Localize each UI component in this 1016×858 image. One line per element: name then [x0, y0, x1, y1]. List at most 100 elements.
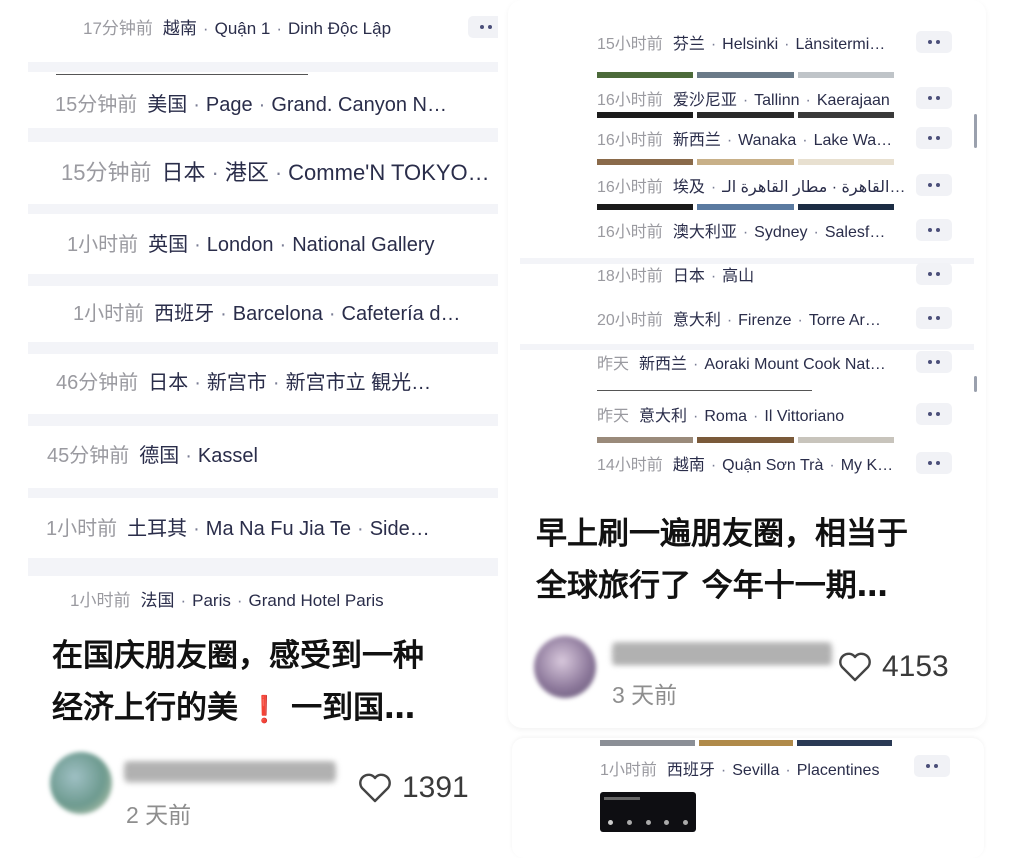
- separator-dot: ·: [742, 224, 749, 241]
- separator-dot: ·: [258, 94, 266, 116]
- photo-strip: [597, 437, 894, 443]
- checkin-row[interactable]: 16小时前 埃及 · القاهرة · مطار القاهرة الـ…: [597, 173, 907, 197]
- left-post-like-button[interactable]: 1391: [358, 771, 469, 805]
- thumbnail-nav-icons: [608, 820, 688, 826]
- checkin-time: 1小时前: [70, 591, 131, 610]
- more-dots-icon[interactable]: [914, 755, 950, 777]
- photo-strip: [597, 159, 894, 165]
- row-divider: [597, 390, 812, 391]
- exclamation-emoji: ❗: [248, 695, 281, 725]
- checkin-location-part: National Gallery: [292, 234, 435, 256]
- more-dots-icon[interactable]: [916, 87, 952, 109]
- checkin-location-part: Il Vittoriano: [764, 408, 845, 425]
- checkin-time: 昨天: [597, 356, 630, 373]
- checkin-location-part: 新宫市立 観光…: [285, 372, 432, 394]
- checkin-row[interactable]: 17分钟前 越南 · Quận 1 · Dinh Độc Lập: [83, 14, 483, 39]
- checkin-time: 1小时前: [600, 762, 657, 779]
- checkin-location-part: Barcelona: [232, 303, 323, 325]
- more-dots-icon[interactable]: [916, 31, 952, 53]
- left-post-avatar[interactable]: [50, 752, 112, 814]
- checkin-row[interactable]: 16小时前 爱沙尼亚 · Tallinn · Kaerajaan: [597, 86, 907, 110]
- phone-screenshot-thumbnail[interactable]: [600, 792, 696, 832]
- more-dots-icon[interactable]: [916, 307, 952, 329]
- separator-dot: ·: [357, 518, 364, 540]
- checkin-location-part: Wanaka: [738, 132, 797, 149]
- checkin-location-part: 高山: [722, 268, 755, 285]
- checkin-row[interactable]: 1小时前 西班牙 · Barcelona · Cafetería d…: [73, 297, 498, 326]
- checkin-location-part: Cafetería d…: [341, 303, 461, 325]
- checkin-row[interactable]: 16小时前 澳大利亚 · Sydney · Salesf…: [597, 218, 907, 242]
- checkin-row[interactable]: 15分钟前 日本 · 港区 · Comme'N TOKYO…: [61, 155, 498, 187]
- more-dots-icon[interactable]: [468, 16, 498, 38]
- checkin-location-part: 西班牙: [666, 762, 715, 779]
- checkin-row[interactable]: 昨天 新西兰 · Aoraki Mount Cook Nat…: [597, 350, 907, 374]
- checkin-location-part: Torre Ar…: [808, 312, 881, 329]
- checkin-location-part: Kassel: [197, 445, 258, 467]
- more-dots-icon[interactable]: [916, 174, 952, 196]
- checkin-location-part: 意大利: [672, 312, 721, 329]
- checkin-location-part: 越南: [672, 457, 705, 474]
- checkin-location-part: 意大利: [639, 408, 688, 425]
- checkin-time: 1小时前: [67, 234, 139, 256]
- checkin-location-part: Tallinn: [754, 92, 800, 109]
- left-post-caption[interactable]: 在国庆朋友圈，感受到一种 经济上行的美 ❗ 一到国…: [52, 630, 482, 736]
- separator-dot: ·: [693, 408, 699, 425]
- row-divider: [28, 128, 498, 142]
- left-post-author-name-blurred[interactable]: [124, 762, 336, 782]
- checkin-time: 16小时前: [597, 132, 663, 149]
- checkin-location-part: Quận 1: [214, 19, 271, 38]
- separator-dot: ·: [742, 92, 749, 109]
- more-dots-icon[interactable]: [916, 403, 952, 425]
- checkin-row[interactable]: 昨天 意大利 · Roma · Il Vittoriano: [597, 402, 907, 426]
- checkin-row[interactable]: 14小时前 越南 · Quận Sơn Trà · My K…: [597, 451, 907, 475]
- checkin-row[interactable]: 18小时前 日本 · 高山: [597, 262, 907, 286]
- right-post-cover-image[interactable]: 15小时前 芬兰 · Helsinki · Länsitermi… 16小时前 爱沙尼亚 · Ta…: [520, 18, 974, 493]
- checkin-location-part: Comme'N TOKYO…: [288, 160, 490, 185]
- checkin-location-part: Placentines: [796, 762, 880, 779]
- checkin-location-part: Paris: [192, 591, 231, 610]
- row-divider: [28, 274, 498, 286]
- checkin-location-part: 越南: [162, 19, 197, 38]
- checkin-row[interactable]: 1小时前 法国 · Paris · Grand Hotel Paris: [70, 586, 490, 611]
- separator-dot: ·: [272, 372, 280, 394]
- more-dots-icon[interactable]: [916, 219, 952, 241]
- more-dots-icon[interactable]: [916, 263, 952, 285]
- checkin-location-part: My K…: [840, 457, 894, 474]
- separator-dot: ·: [710, 268, 717, 285]
- checkin-location-part: Quận Sơn Trà: [722, 457, 824, 474]
- more-dots-icon[interactable]: [916, 351, 952, 373]
- separator-dot: ·: [193, 518, 200, 540]
- right-post-author-name-blurred[interactable]: [612, 643, 832, 665]
- separator-dot: ·: [279, 234, 287, 256]
- checkin-row[interactable]: 1小时前 土耳其 · Ma Na Fu Jia Te · Side…: [46, 512, 486, 541]
- checkin-location-part: 新西兰: [672, 132, 721, 149]
- checkin-location-part: Grand. Canyon N…: [271, 94, 447, 116]
- separator-dot: ·: [726, 132, 733, 149]
- right-post-avatar[interactable]: [534, 636, 596, 698]
- checkin-row[interactable]: 1小时前 英国 · London · National Gallery: [67, 228, 498, 257]
- checkin-location-part: 法国: [140, 591, 175, 610]
- checkin-location-part: 英国: [148, 234, 189, 256]
- checkin-row[interactable]: 45分钟前 德国 · Kassel: [47, 439, 487, 468]
- left-post-cover-image[interactable]: 17分钟前 越南 · Quận 1 · Dinh Độc Lập 15分钟前 美国 · Page ·…: [28, 0, 498, 625]
- checkin-time: 16小时前: [597, 224, 663, 241]
- checkin-time: 1小时前: [73, 303, 145, 325]
- more-dots-icon[interactable]: [916, 127, 952, 149]
- right-post-caption[interactable]: 早上刷一遍朋友圈，相当于 全球旅行了 今年十一期…: [536, 508, 976, 612]
- checkin-location-part: Sydney: [754, 224, 808, 241]
- right-post-like-button[interactable]: 4153: [838, 650, 949, 684]
- checkin-row[interactable]: 16小时前 新西兰 · Wanaka · Lake Wa…: [597, 126, 907, 150]
- checkin-location-part: 芬兰: [672, 36, 705, 53]
- checkin-location-part: Dinh Độc Lập: [288, 19, 392, 38]
- heart-outline-icon: [359, 773, 391, 803]
- checkin-row[interactable]: 15分钟前 美国 · Page · Grand. Canyon N…: [55, 88, 495, 117]
- checkin-row[interactable]: 20小时前 意大利 · Firenze · Torre Ar…: [597, 306, 907, 330]
- row-divider: [28, 62, 498, 72]
- checkin-row[interactable]: 1小时前 西班牙 · Sevilla · Placentines: [600, 756, 900, 780]
- more-dots-icon[interactable]: [916, 452, 952, 474]
- separator-dot: ·: [785, 762, 791, 779]
- checkin-row[interactable]: 15小时前 芬兰 · Helsinki · Länsitermi…: [597, 30, 907, 54]
- separator-dot: ·: [720, 762, 727, 779]
- checkin-row[interactable]: 46分钟前 日本 · 新宫市 · 新宫市立 観光…: [56, 366, 496, 395]
- checkin-location-part: Ma Na Fu Jia Te: [205, 518, 352, 540]
